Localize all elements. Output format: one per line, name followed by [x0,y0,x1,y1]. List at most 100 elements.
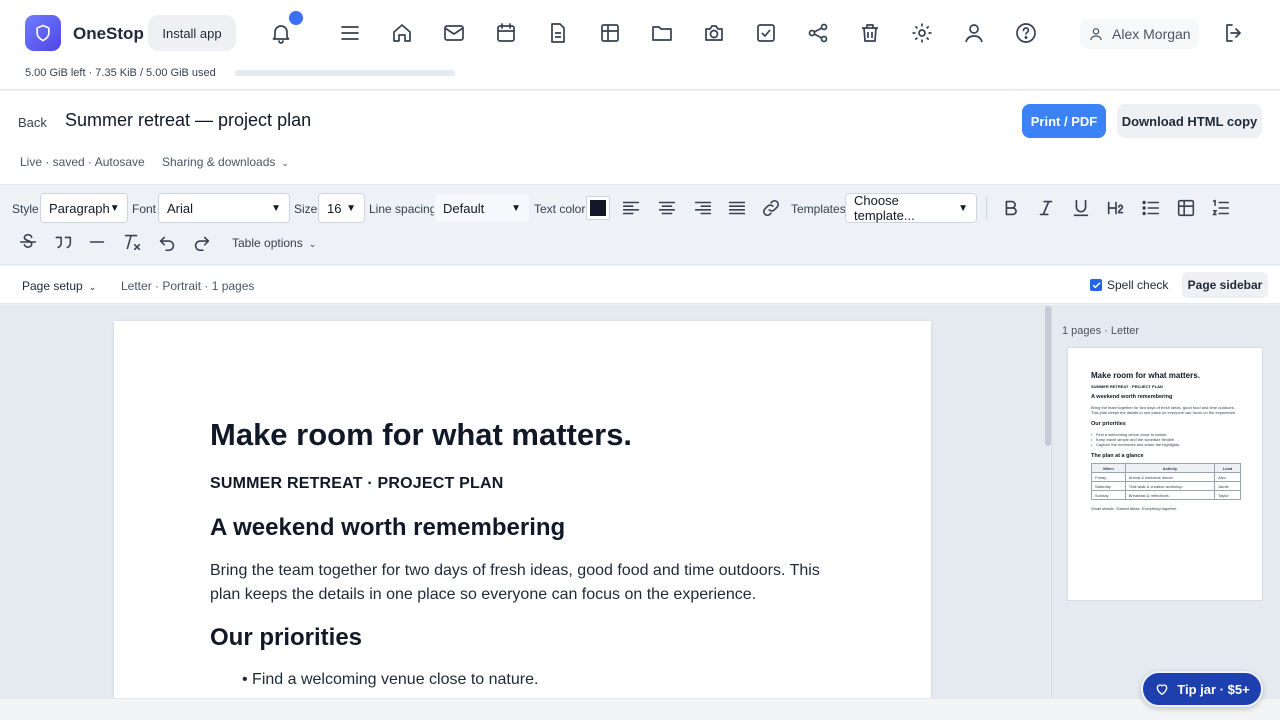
back-link[interactable]: Back [18,115,47,130]
numbered-list-icon[interactable] [1210,197,1232,219]
sharing-label: Sharing & downloads [162,155,276,169]
table-options-dropdown[interactable]: Table options ⌄ [232,236,316,250]
style-value: Paragraph [49,200,110,216]
table-cell: Arrival & welcome dinner [1124,472,1216,482]
gear-icon[interactable] [910,21,934,45]
save-status: Live · saved · Autosave [20,155,145,169]
install-app-button[interactable]: Install app [148,15,236,51]
thumb-footer: Small details. Shared ideas. Everything … [1091,506,1178,511]
download-html-button[interactable]: Download HTML copy [1117,104,1262,138]
font-value: Arial [167,200,194,216]
app-name: OneStop [73,24,144,43]
section-heading: A weekend worth remembering [210,514,566,541]
table-header: Lead [1214,463,1241,473]
thumb-section-heading: The plan at a glance [1091,453,1144,459]
logout-icon[interactable] [1222,21,1246,45]
italic-icon[interactable] [1035,197,1057,219]
bullet-list-icon[interactable] [1140,197,1162,219]
page-thumbnail[interactable]: Make room for what matters. SUMMER RETRE… [1067,347,1263,601]
heart-icon [1156,684,1168,695]
menu-icon[interactable] [338,21,362,45]
storage-bar [235,70,455,76]
table-cell: Saturday [1091,481,1126,491]
text-color-label: Text color [534,202,586,216]
thumb-list-item: Capture the memories and share the highl… [1091,442,1180,447]
trash-icon[interactable] [858,21,882,45]
chevron-down-icon: ⌄ [88,282,97,292]
camera-icon[interactable] [702,21,726,45]
checkbox-icon[interactable] [754,21,778,45]
user-name: Alex Morgan [1112,26,1191,42]
page-sidebar-button[interactable]: Page sidebar [1182,272,1268,298]
page-info: Letter · Portrait · 1 pages [121,279,255,293]
strikethrough-icon[interactable] [17,231,39,253]
thumb-heading: Make room for what matters. [1091,371,1200,380]
clear-format-icon[interactable] [121,231,143,253]
table-cell: Trail walk & creative workshop [1124,481,1216,491]
page-setup-dropdown[interactable]: Page setup ⌄ [22,279,96,293]
toolbar-divider [986,196,987,220]
style-select[interactable]: Paragraph ▼ [40,193,128,223]
help-icon[interactable] [1014,21,1038,45]
share-icon[interactable] [806,21,830,45]
tip-jar-label: Tip jar · $5+ [1177,681,1250,697]
thumb-subtitle: SUMMER RETREAT · PROJECT PLAN [1091,384,1163,389]
checkmark-icon [1092,282,1100,288]
align-left-icon[interactable] [620,197,642,219]
folder-icon[interactable] [650,21,674,45]
size-label: Size [294,202,318,216]
section-heading: Our priorities [210,624,363,651]
line-spacing-label: Line spacing [369,202,437,216]
document-title[interactable]: Summer retreat — project plan [65,110,311,131]
horizontal-rule-icon[interactable] [86,231,108,253]
align-center-icon[interactable] [656,197,678,219]
document-icon[interactable] [546,21,570,45]
table-row: Friday Arrival & welcome dinner Alex [1091,472,1241,482]
link-icon[interactable] [760,197,782,219]
table-header: Activity [1124,463,1216,473]
align-right-icon[interactable] [692,197,714,219]
line-spacing-value: Default [443,200,485,216]
text-color-picker[interactable] [586,196,610,220]
thumb-section-heading: A weekend worth remembering [1091,394,1173,400]
sharing-downloads-dropdown[interactable]: Sharing & downloads ⌄ [162,155,289,169]
font-select[interactable]: Arial ▼ [158,193,290,223]
chevron-down-icon: ▼ [109,202,120,214]
table-cell: Sunday [1091,490,1126,500]
quote-icon[interactable] [52,231,74,253]
bold-icon[interactable] [1000,197,1022,219]
heading-icon[interactable] [1105,197,1127,219]
thumb-list: Find a welcoming venue close to nature. … [1091,432,1180,447]
spell-check-checkbox[interactable] [1090,279,1102,291]
redo-icon[interactable] [191,231,213,253]
user-menu[interactable]: Alex Morgan [1080,19,1199,49]
align-justify-icon[interactable] [726,197,748,219]
storage-text: 5.00 GiB left · 7.35 KiB / 5.00 GiB used [25,67,216,79]
thumb-body: Bring the team together for two days of … [1091,405,1237,415]
list-item-text: Find a welcoming venue close to nature. [252,671,539,688]
home-icon[interactable] [390,21,414,45]
table-icon[interactable] [598,21,622,45]
mail-icon[interactable] [442,21,466,45]
insert-table-icon[interactable] [1175,197,1197,219]
thumb-section-heading: Our priorities [1091,421,1126,427]
calendar-icon[interactable] [494,21,518,45]
underline-icon[interactable] [1070,197,1092,219]
document-page[interactable]: Make room for what matters. SUMMER RETRE… [114,321,931,701]
spell-check-toggle[interactable]: Spell check [1090,278,1168,292]
size-value: 16 [327,200,342,216]
user-icon[interactable] [962,21,986,45]
sidebar-page-info: 1 pages · Letter [1062,325,1140,337]
table-options-label: Table options [232,236,303,250]
line-spacing-select[interactable]: Default ▼ [434,193,530,223]
bell-icon[interactable] [269,21,293,45]
font-label: Font [132,202,157,216]
chevron-down-icon: ▼ [958,202,968,214]
templates-select[interactable]: Choose template... ▼ [845,193,977,223]
tip-jar-button[interactable]: Tip jar · $5+ [1141,671,1263,707]
undo-icon[interactable] [156,231,178,253]
size-select[interactable]: 16 ▼ [318,193,365,223]
chevron-down-icon: ▼ [346,202,356,214]
print-pdf-button[interactable]: Print / PDF [1022,104,1106,138]
app-logo[interactable] [25,15,61,51]
